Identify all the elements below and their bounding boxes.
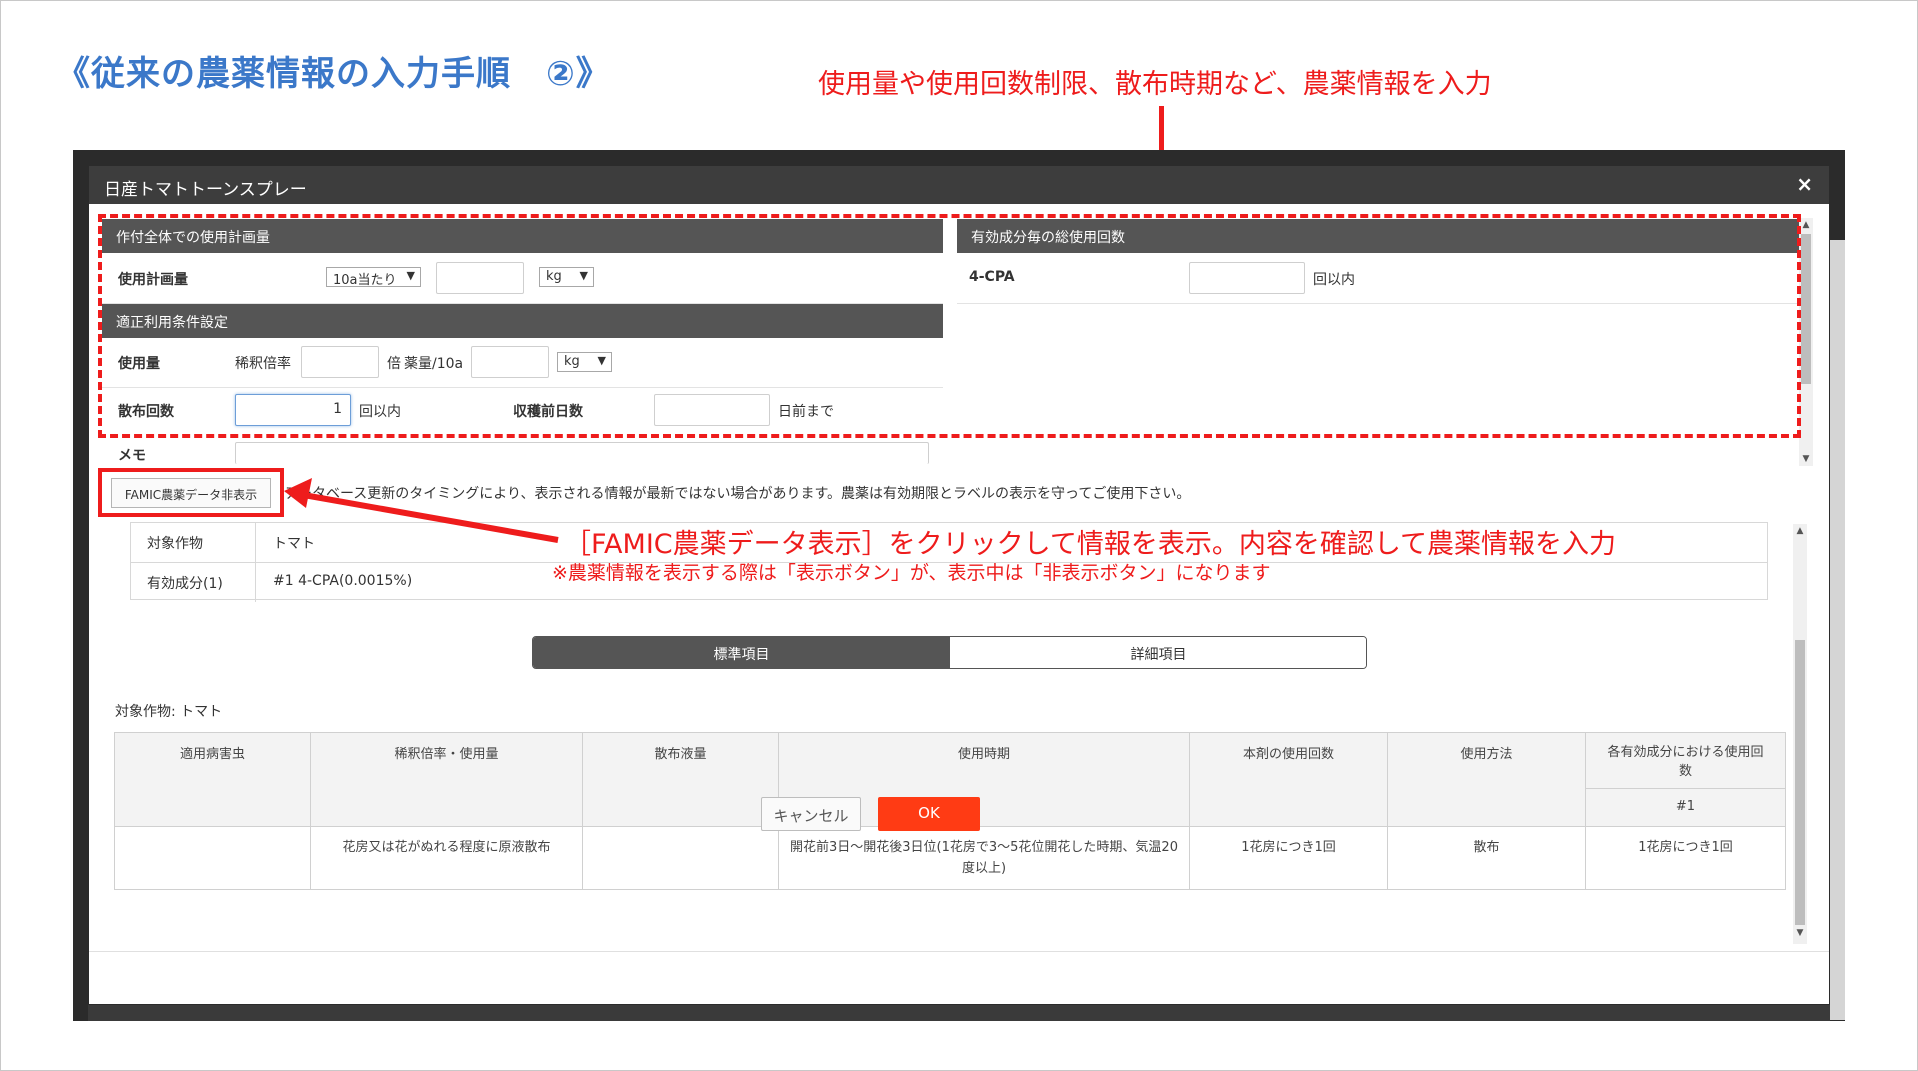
- annotation-middle: ［FAMIC農薬データ表示］をクリックして情報を表示。内容を確認して農薬情報を入…: [564, 529, 1617, 560]
- annotation-note: ※農薬情報を表示する際は「表示ボタン」が、表示中は「非表示ボタン」になります: [552, 562, 1271, 584]
- arrow-left-icon: [284, 478, 312, 508]
- arrow-left-shaft: [297, 491, 559, 543]
